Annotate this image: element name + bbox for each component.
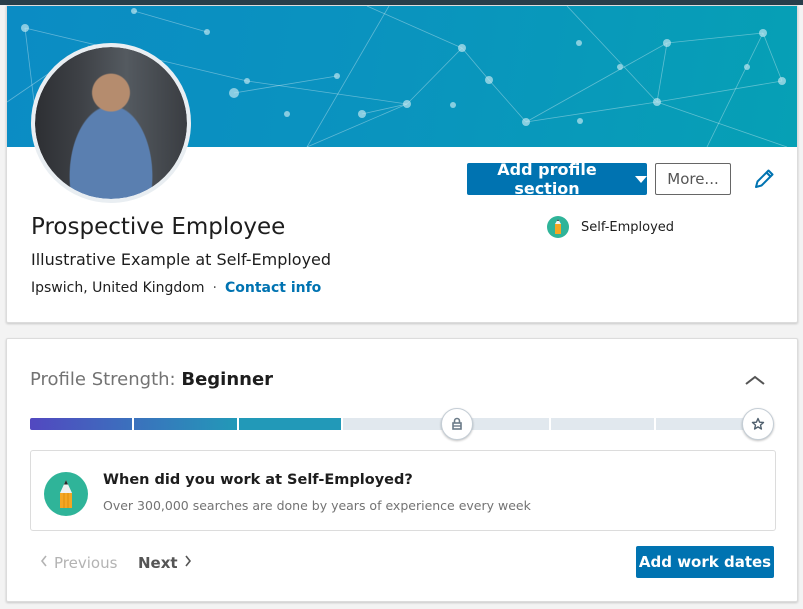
profile-headline: Illustrative Example at Self-Employed (31, 250, 332, 269)
previous-label: Previous (54, 554, 118, 572)
profile-strength-card: Profile Strength: Beginner When did you … (6, 338, 798, 602)
chevron-right-icon (184, 554, 192, 572)
add-profile-section-button[interactable]: Add profile section (467, 160, 647, 198)
strength-segment (30, 418, 133, 430)
strength-label: Profile Strength: (30, 369, 176, 390)
lock-milestone (441, 408, 473, 440)
strength-segment (134, 418, 237, 430)
strength-segment (551, 418, 654, 430)
strength-level: Beginner (181, 369, 274, 390)
lock-icon (452, 417, 462, 430)
add-profile-section-label: Add profile section (497, 160, 597, 198)
profile-strength-meter (30, 408, 774, 440)
chevron-up-icon[interactable] (744, 373, 766, 387)
star-icon (751, 417, 765, 430)
chevron-left-icon (40, 554, 48, 572)
location-row: Ipswich, United Kingdom · Contact info (31, 280, 321, 296)
company-logo-icon (547, 216, 569, 238)
suggestion-card: When did you work at Self-Employed? Over… (30, 450, 776, 531)
caret-down-icon (635, 175, 647, 183)
suggestion-description: Over 300,000 searches are done by years … (103, 498, 531, 513)
strength-segment (238, 418, 341, 430)
pencil-edit-icon[interactable] (751, 166, 777, 192)
next-label: Next (138, 554, 178, 572)
star-milestone (742, 408, 774, 440)
next-button[interactable]: Next (138, 554, 192, 572)
pencil-icon (44, 472, 88, 516)
add-work-dates-button[interactable]: Add work dates (636, 546, 774, 578)
separator-dot: · (212, 280, 217, 296)
company-name: Self-Employed (581, 219, 675, 235)
profile-avatar[interactable] (31, 43, 191, 203)
strength-segment (342, 418, 446, 430)
profile-strength-title: Profile Strength: Beginner (30, 369, 273, 390)
profile-location: Ipswich, United Kingdom (31, 280, 205, 296)
suggestion-title: When did you work at Self-Employed? (103, 472, 413, 488)
avatar-photo (35, 47, 187, 199)
profile-card: Add profile section More... Self-Employe… (6, 5, 798, 323)
contact-info-link[interactable]: Contact info (225, 280, 321, 296)
previous-button[interactable]: Previous (40, 554, 117, 572)
more-button[interactable]: More... (655, 163, 731, 195)
current-company[interactable]: Self-Employed (547, 216, 674, 238)
profile-name: Prospective Employee (31, 214, 286, 240)
